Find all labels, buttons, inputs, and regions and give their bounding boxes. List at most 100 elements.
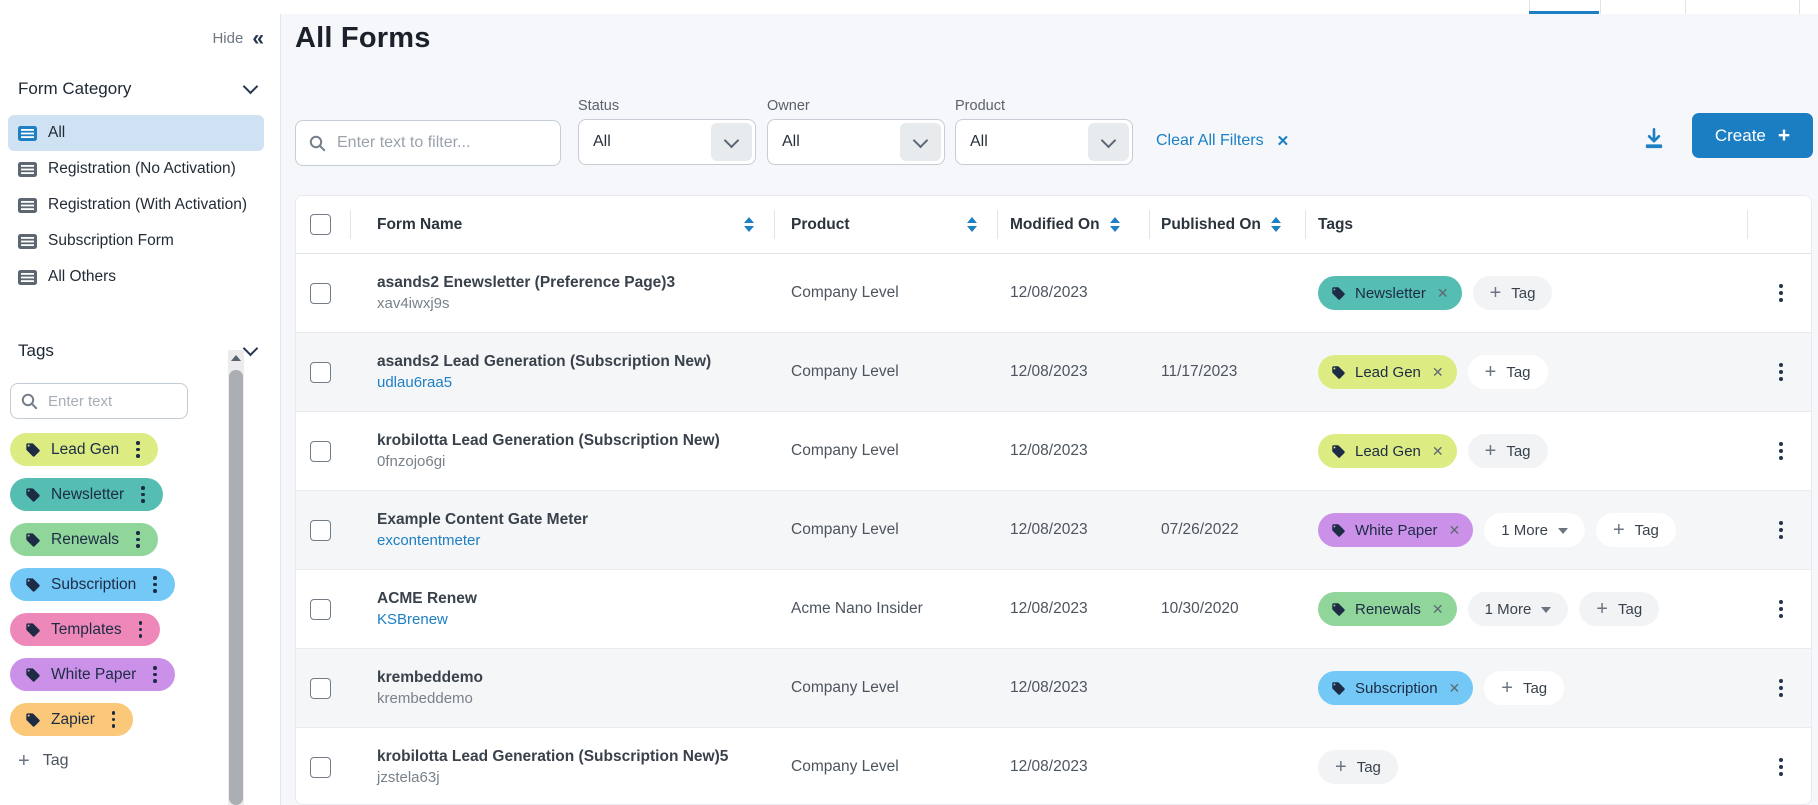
- create-button[interactable]: Create +: [1692, 113, 1813, 158]
- form-category-header[interactable]: Form Category: [0, 79, 280, 99]
- tag-search-input[interactable]: [46, 392, 170, 411]
- tag-options-kebab-icon[interactable]: [138, 483, 148, 506]
- row-checkbox[interactable]: [310, 599, 331, 620]
- sidebar-tag-white-paper[interactable]: White Paper: [10, 658, 175, 691]
- form-name[interactable]: asands2 Enewsletter (Preference Page)3: [377, 274, 675, 292]
- column-header-modified-on[interactable]: Modified On: [997, 196, 1149, 253]
- sidebar-item-subscription-form[interactable]: Subscription Form: [8, 223, 264, 259]
- row-actions-kebab-icon[interactable]: [1776, 597, 1786, 621]
- row-actions-kebab-icon[interactable]: [1776, 360, 1786, 384]
- row-checkbox[interactable]: [310, 441, 331, 462]
- form-name[interactable]: krobilotta Lead Generation (Subscription…: [377, 432, 720, 450]
- sort-icon[interactable]: [967, 217, 977, 232]
- form-name[interactable]: krembeddemo: [377, 669, 483, 687]
- add-tag-button[interactable]: + Tag: [1318, 750, 1398, 784]
- tag-icon: [25, 577, 41, 593]
- form-category-title: Form Category: [18, 79, 131, 99]
- row-checkbox[interactable]: [310, 757, 331, 778]
- row-checkbox[interactable]: [310, 362, 331, 383]
- tag-options-kebab-icon[interactable]: [150, 573, 160, 596]
- remove-tag-icon[interactable]: ✕: [1432, 443, 1444, 460]
- add-tag-button[interactable]: + Tag: [1579, 592, 1659, 626]
- tag-icon: [25, 442, 41, 458]
- select-all-checkbox[interactable]: [310, 214, 331, 235]
- product-dropdown[interactable]: All: [955, 119, 1133, 165]
- remove-tag-icon[interactable]: ✕: [1432, 601, 1444, 618]
- sort-icon[interactable]: [744, 217, 754, 232]
- sidebar-scrollbar[interactable]: [228, 350, 244, 805]
- sort-icon[interactable]: [1110, 217, 1120, 232]
- scrollbar-thumb[interactable]: [229, 370, 243, 805]
- scroll-up-arrow-icon[interactable]: [231, 355, 241, 361]
- row-checkbox[interactable]: [310, 678, 331, 699]
- dropdown-button[interactable]: [711, 123, 752, 161]
- product-filter-group: Product All: [955, 98, 1133, 165]
- list-icon: [18, 126, 37, 141]
- caret-down-icon: [1541, 607, 1551, 613]
- form-name[interactable]: krobilotta Lead Generation (Subscription…: [377, 748, 728, 766]
- row-checkbox[interactable]: [310, 283, 331, 304]
- sidebar-tag-newsletter[interactable]: Newsletter: [10, 478, 163, 511]
- form-id-link[interactable]: excontentmeter: [377, 532, 480, 549]
- row-checkbox[interactable]: [310, 520, 331, 541]
- add-tag-label: Tag: [1506, 364, 1530, 381]
- modified-on-cell: 12/08/2023: [997, 333, 1149, 411]
- sort-icon[interactable]: [1271, 217, 1281, 232]
- sidebar-tag-templates[interactable]: Templates: [10, 613, 160, 646]
- product-cell: Acme Nano Insider: [774, 570, 997, 648]
- row-actions-kebab-icon[interactable]: [1776, 676, 1786, 700]
- form-id-link[interactable]: udlau6raa5: [377, 374, 452, 391]
- sidebar-tag-zapier[interactable]: Zapier: [10, 703, 133, 736]
- tag-label: Subscription: [51, 576, 136, 594]
- tab-divider: [1600, 0, 1601, 14]
- dropdown-button[interactable]: [900, 123, 941, 161]
- more-tags-dropdown[interactable]: 1 More: [1484, 513, 1585, 547]
- add-tag-button[interactable]: + Tag: [1596, 513, 1676, 547]
- sidebar-item-all-others[interactable]: All Others: [8, 259, 264, 295]
- sidebar-item-registration-with-activation[interactable]: Registration (With Activation): [8, 187, 264, 223]
- sidebar-item-all[interactable]: All: [8, 115, 264, 151]
- add-tag-button[interactable]: + Tag: [1468, 355, 1548, 389]
- filter-search-input[interactable]: [335, 133, 560, 153]
- sidebar-tag-lead-gen[interactable]: Lead Gen: [10, 433, 158, 466]
- tag-options-kebab-icon[interactable]: [133, 438, 143, 461]
- form-name[interactable]: asands2 Lead Generation (Subscription Ne…: [377, 353, 711, 371]
- table-row: krobilotta Lead Generation (Subscription…: [296, 412, 1811, 491]
- owner-filter-group: Owner All: [767, 98, 945, 165]
- remove-tag-icon[interactable]: ✕: [1432, 364, 1444, 381]
- remove-tag-icon[interactable]: ✕: [1437, 285, 1449, 302]
- dropdown-button[interactable]: [1088, 123, 1129, 161]
- tag-options-kebab-icon[interactable]: [133, 528, 143, 551]
- tag-options-kebab-icon[interactable]: [136, 618, 146, 641]
- sidebar-tag-subscription[interactable]: Subscription: [10, 568, 175, 601]
- more-tags-dropdown[interactable]: 1 More: [1468, 592, 1569, 626]
- form-id-link[interactable]: KSBrenew: [377, 611, 448, 628]
- add-tag-button[interactable]: + Tag: [1473, 276, 1553, 310]
- form-name[interactable]: ACME Renew: [377, 590, 477, 608]
- form-id: krembeddemo: [377, 690, 473, 707]
- form-name[interactable]: Example Content Gate Meter: [377, 511, 588, 529]
- modified-on-cell: 12/08/2023: [997, 491, 1149, 569]
- hide-sidebar-button[interactable]: Hide «: [0, 14, 280, 47]
- clear-all-filters-button[interactable]: Clear All Filters ✕: [1156, 132, 1289, 150]
- tag-options-kebab-icon[interactable]: [150, 663, 160, 686]
- row-actions-kebab-icon[interactable]: [1776, 281, 1786, 305]
- owner-dropdown[interactable]: All: [767, 119, 945, 165]
- tag-options-kebab-icon[interactable]: [109, 708, 119, 731]
- column-header-form-name[interactable]: Form Name: [350, 196, 774, 253]
- remove-tag-icon[interactable]: ✕: [1449, 680, 1461, 697]
- column-header-product[interactable]: Product: [774, 196, 997, 253]
- add-tag-button[interactable]: + Tag: [1468, 434, 1548, 468]
- sidebar-item-label: Registration (With Activation): [48, 196, 247, 214]
- remove-tag-icon[interactable]: ✕: [1449, 522, 1461, 539]
- row-actions-kebab-icon[interactable]: [1776, 439, 1786, 463]
- sidebar-tag-renewals[interactable]: Renewals: [10, 523, 158, 556]
- column-header-published-on[interactable]: Published On: [1149, 196, 1305, 253]
- download-icon-button[interactable]: [1639, 124, 1669, 159]
- status-dropdown[interactable]: All: [578, 119, 756, 165]
- row-actions-kebab-icon[interactable]: [1776, 518, 1786, 542]
- row-actions-kebab-icon[interactable]: [1776, 755, 1786, 779]
- table-row: krobilotta Lead Generation (Subscription…: [296, 728, 1811, 805]
- add-tag-button[interactable]: + Tag: [1484, 671, 1564, 705]
- sidebar-item-registration-no-activation[interactable]: Registration (No Activation): [8, 151, 264, 187]
